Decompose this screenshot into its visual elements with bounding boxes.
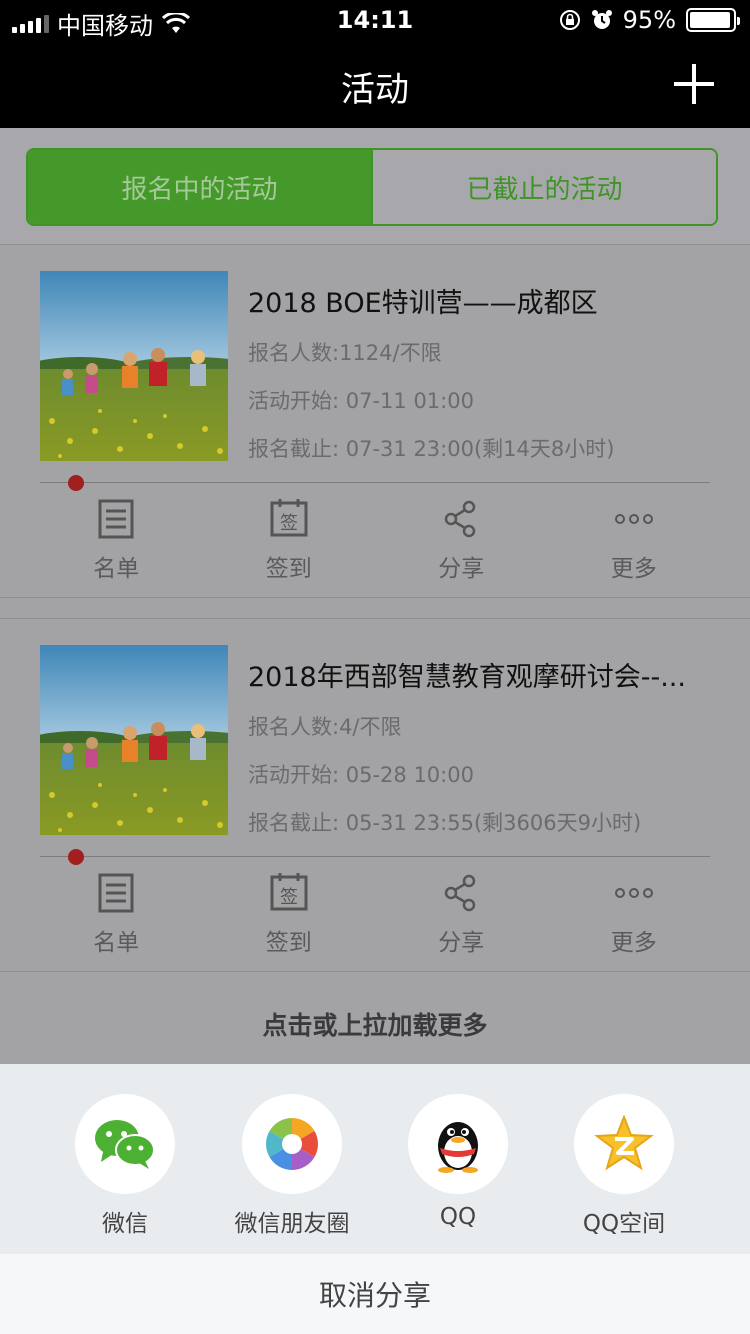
checkin-label: 签到 (265, 556, 312, 582)
tab-open-activities[interactable]: 报名中的活动 (28, 150, 371, 224)
share-icon (445, 874, 476, 912)
cancel-share-button[interactable]: 取消分享 (0, 1254, 750, 1334)
share-label: 分享 (438, 556, 485, 582)
qzone-icon (594, 1115, 654, 1171)
list-label: 名单 (93, 930, 140, 956)
battery-icon (686, 8, 740, 32)
more-icon (614, 888, 653, 898)
more-label: 更多 (610, 930, 657, 956)
checkin-button[interactable]: 签 签到 (203, 483, 376, 599)
signup-count: 报名人数:1124/不限 (248, 341, 442, 365)
alarm-icon (591, 10, 612, 29)
tab-bar-area: 报名中的活动 已截止的活动 (0, 128, 750, 244)
activity-title: 2018 BOE特训营——成都区 (248, 288, 598, 319)
share-option-label: QQ空间 (582, 1211, 666, 1237)
wechat-icon (95, 1120, 155, 1169)
list-icon (98, 499, 134, 539)
battery-percent: 95% (622, 6, 676, 34)
activity-thumbnail (40, 645, 228, 835)
share-label: 分享 (438, 930, 485, 956)
checkin-icon: 签 (270, 499, 308, 537)
activity-card[interactable]: 2018 BOE特训营——成都区 报名人数:1124/不限 活动开始: 07-1… (0, 244, 750, 598)
tab-closed-activities[interactable]: 已截止的活动 (371, 150, 716, 224)
signup-deadline: 报名截止: 05-31 23:55(剩3606天9小时) (248, 811, 642, 835)
list-button[interactable]: 名单 (30, 849, 203, 973)
svg-text:签: 签 (280, 513, 298, 534)
share-option-label: 微信 (102, 1211, 148, 1237)
share-button[interactable]: 分享 (375, 483, 548, 599)
more-button[interactable]: 更多 (548, 857, 721, 973)
share-option-qq[interactable]: QQ (373, 1094, 543, 1230)
qq-icon (438, 1122, 478, 1173)
checkin-button[interactable]: 签 签到 (203, 857, 376, 973)
plus-icon[interactable] (672, 62, 716, 106)
share-option-wechat[interactable]: 微信 (40, 1094, 210, 1238)
share-sheet: 微信 微信朋友圈 QQ QQ空间 (0, 1064, 750, 1254)
more-icon (614, 514, 653, 524)
moments-icon (266, 1118, 318, 1170)
list-label: 名单 (93, 556, 140, 582)
signup-count: 报名人数:4/不限 (248, 715, 402, 739)
start-time: 活动开始: 05-28 10:00 (248, 763, 474, 787)
nav-bar: 活动 (0, 40, 750, 128)
list-button[interactable]: 名单 (30, 475, 203, 599)
checkin-label: 签到 (265, 930, 312, 956)
share-option-label: 微信朋友圈 (234, 1211, 350, 1237)
activity-thumbnail (40, 271, 228, 461)
activity-card[interactable]: 2018年西部智慧教育观摩研讨会--... 报名人数:4/不限 活动开始: 05… (0, 618, 750, 972)
more-label: 更多 (610, 556, 657, 582)
card-actions: 名单 签 签到 分享 更多 (30, 475, 721, 599)
share-option-qzone[interactable]: QQ空间 (539, 1094, 709, 1238)
status-bar: 中国移动 14:11 95% (0, 0, 750, 40)
list-icon (98, 873, 134, 913)
start-time: 活动开始: 07-11 01:00 (248, 389, 474, 413)
share-option-moments[interactable]: 微信朋友圈 (207, 1094, 377, 1238)
rotation-lock-icon (559, 10, 580, 30)
segmented-control: 报名中的活动 已截止的活动 (26, 148, 718, 226)
card-actions: 名单 签 签到 分享 更多 (30, 849, 721, 973)
share-option-label: QQ (439, 1204, 477, 1230)
activity-title: 2018年西部智慧教育观摩研讨会--... (248, 662, 686, 693)
notification-dot (68, 475, 84, 491)
svg-text:签: 签 (280, 887, 298, 908)
load-more-button[interactable]: 点击或上拉加载更多 (0, 1006, 750, 1042)
more-button[interactable]: 更多 (548, 483, 721, 599)
share-button[interactable]: 分享 (375, 857, 548, 973)
page-title: 活动 (341, 70, 409, 110)
checkin-icon: 签 (270, 873, 308, 911)
notification-dot (68, 849, 84, 865)
signup-deadline: 报名截止: 07-31 23:00(剩14天8小时) (248, 437, 615, 461)
share-icon (445, 500, 476, 538)
